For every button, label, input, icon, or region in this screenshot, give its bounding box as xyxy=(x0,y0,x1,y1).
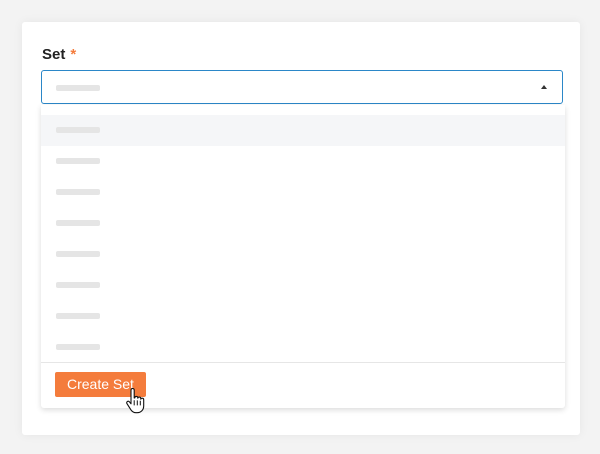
set-select[interactable] xyxy=(41,70,563,104)
dropdown-option[interactable] xyxy=(41,146,565,177)
dropdown-option[interactable] xyxy=(41,239,565,270)
dropdown-options xyxy=(41,115,565,363)
dropdown-option[interactable] xyxy=(41,301,565,332)
set-field-label: Set * xyxy=(42,46,76,63)
option-placeholder xyxy=(56,282,100,288)
option-placeholder xyxy=(56,220,100,226)
form-card: Set * Create Set xyxy=(22,22,580,435)
hand-pointer-icon xyxy=(126,388,145,414)
option-placeholder xyxy=(56,251,100,257)
caret-up-icon[interactable] xyxy=(541,85,547,89)
option-placeholder xyxy=(56,189,100,195)
option-placeholder xyxy=(56,344,100,350)
selected-value-placeholder xyxy=(56,85,100,91)
option-placeholder xyxy=(56,158,100,164)
dropdown-option[interactable] xyxy=(41,208,565,239)
dropdown-option[interactable] xyxy=(41,270,565,301)
dropdown-option[interactable] xyxy=(41,177,565,208)
dropdown-option[interactable] xyxy=(41,115,565,146)
option-placeholder xyxy=(56,127,100,133)
dropdown-footer-divider xyxy=(41,362,565,363)
set-label-text: Set xyxy=(42,46,66,63)
dropdown-option[interactable] xyxy=(41,332,565,363)
set-dropdown-menu: Create Set xyxy=(41,105,565,408)
option-placeholder xyxy=(56,313,100,319)
required-indicator: * xyxy=(70,46,77,63)
